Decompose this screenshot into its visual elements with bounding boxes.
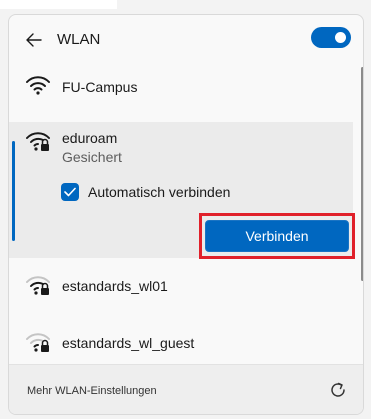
panel-footer: Mehr WLAN-Einstellungen: [9, 364, 363, 414]
checkmark-icon: [64, 187, 76, 197]
wifi-toggle[interactable]: [311, 27, 351, 48]
wifi-lock-icon: [26, 333, 50, 352]
network-status: Gesichert: [62, 149, 122, 165]
network-name: eduroam: [62, 130, 118, 146]
network-item-estandards-wl-guest[interactable]: estandards_wl_guest: [9, 317, 353, 363]
back-button[interactable]: [23, 30, 45, 50]
connect-button[interactable]: Verbinden: [205, 220, 349, 252]
checkbox-checked: [61, 183, 79, 201]
more-settings-link[interactable]: Mehr WLAN-Einstellungen: [27, 385, 157, 397]
wifi-lock-icon: [26, 276, 50, 295]
refresh-button[interactable]: [327, 379, 349, 401]
network-name: FU-Campus: [62, 79, 138, 95]
refresh-icon: [331, 382, 345, 397]
toggle-knob: [335, 32, 346, 43]
network-name: estandards_wl01: [62, 278, 168, 294]
auto-connect-checkbox[interactable]: Automatisch verbinden: [61, 181, 230, 203]
wifi-lock-icon: [26, 132, 50, 151]
auto-connect-label: Automatisch verbinden: [88, 184, 231, 200]
background-strip: [0, 0, 117, 9]
wifi-icon: [26, 76, 50, 95]
wifi-panel: WLAN FU-Campus eduroam Gesichert Automat…: [8, 14, 364, 415]
selected-indicator: [12, 141, 15, 241]
network-item-estandards-wl01[interactable]: estandards_wl01: [9, 261, 353, 311]
page-title: WLAN: [57, 31, 101, 48]
arrow-left-icon: [26, 33, 42, 47]
network-item-fu-campus[interactable]: FU-Campus: [9, 65, 353, 115]
scrollbar[interactable]: [361, 67, 363, 281]
network-name: estandards_wl_guest: [62, 335, 195, 351]
panel-header: WLAN: [9, 15, 363, 65]
